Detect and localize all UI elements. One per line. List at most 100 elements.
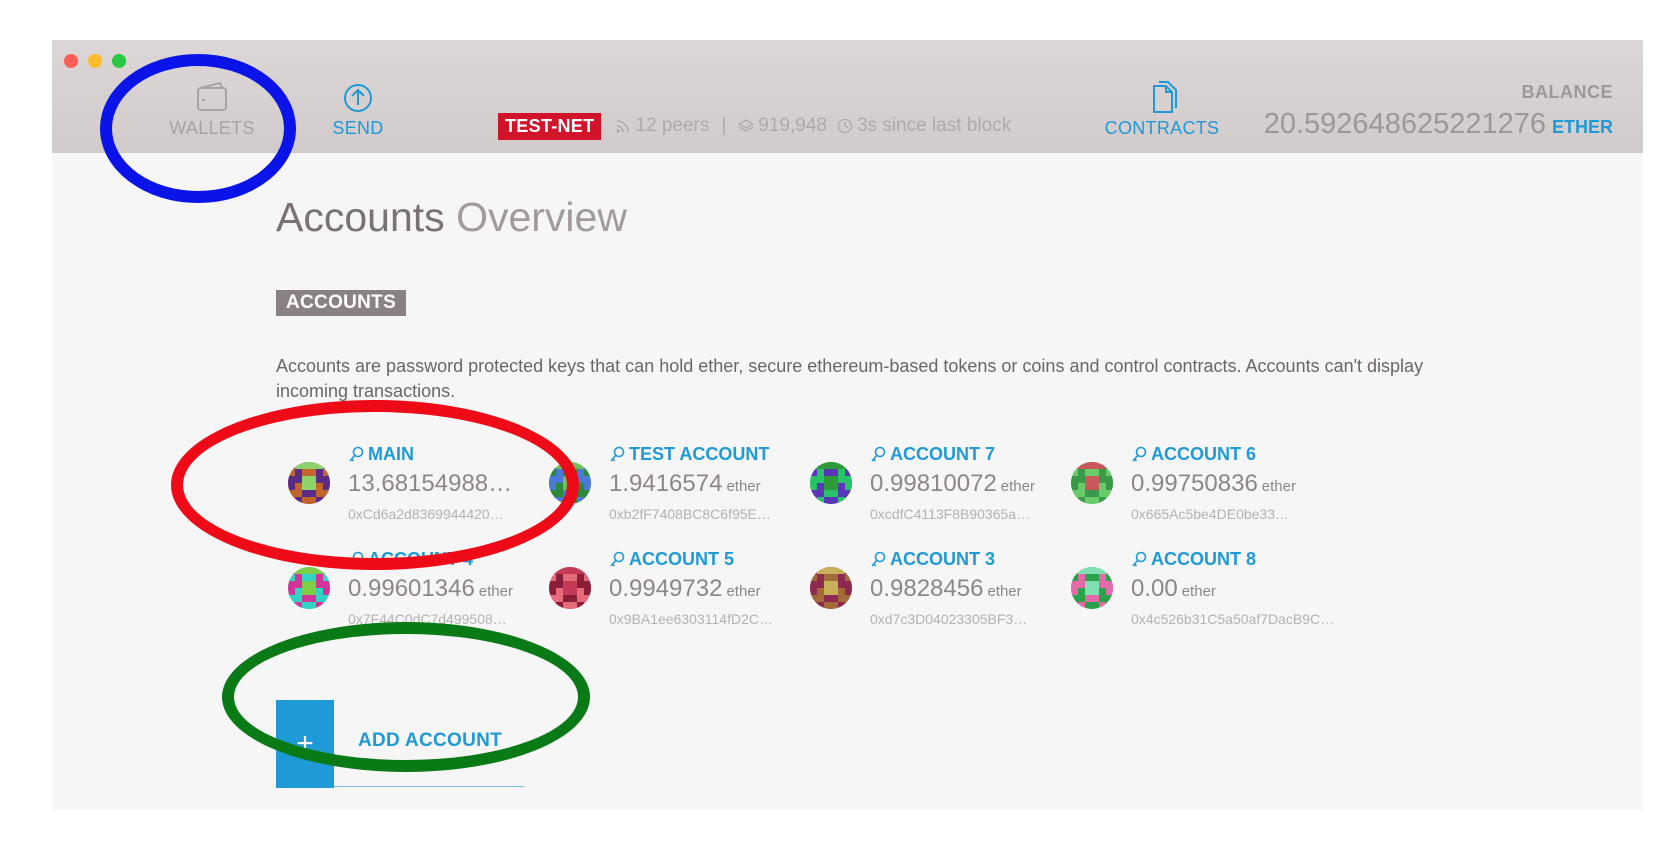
account-identicon <box>810 462 852 504</box>
balance-unit: ETHER <box>1551 117 1613 137</box>
account-balance-value: 0.00 <box>1131 575 1178 602</box>
key-icon <box>1132 446 1147 462</box>
account-identicon <box>1071 567 1113 609</box>
wallet-window: WALLETS SEND TEST-NET 12 peers | 919,948… <box>52 40 1643 810</box>
clock-icon <box>837 118 853 134</box>
total-balance: 20.592648625221276 ETHER <box>1264 108 1613 141</box>
layers-icon <box>738 119 755 132</box>
account-name-label: ACCOUNT 5 <box>629 549 735 569</box>
account-balance-value: 0.9828456 <box>870 575 984 602</box>
account-balance: 0.99810072 ether <box>870 470 1035 498</box>
nav-send-label: SEND <box>332 118 384 138</box>
network-status: TEST-NET 12 peers | 919,948 3s since las… <box>498 112 1021 140</box>
plus-icon: + <box>276 700 334 788</box>
minimize-window-button[interactable] <box>88 54 102 68</box>
account-identicon <box>1071 462 1113 504</box>
account-address: 0x665Ac5be4DE0be33… <box>1131 506 1290 522</box>
account-address: 0xd7c3D04023305BF3… <box>870 611 1028 627</box>
account-card[interactable]: ACCOUNT 7 0.99810072 ether 0xcdfC4113F8B903… <box>810 444 1080 544</box>
nav-contracts[interactable]: CONTRACTS <box>1092 80 1232 139</box>
account-name-label: ACCOUNT 3 <box>890 549 996 569</box>
account-address: 0x9BA1ee6303114fD2C… <box>609 611 773 627</box>
account-card[interactable]: ACCOUNT 3 0.9828456 ether 0xd7c3D04023305BF… <box>810 549 1080 649</box>
accounts-description: Accounts are password protected keys tha… <box>276 356 1424 401</box>
signal-icon <box>616 120 630 133</box>
account-balance-value: 0.99750836 <box>1131 470 1258 497</box>
account-name-label: ACCOUNT 8 <box>1151 549 1257 569</box>
page-title: Accounts Overview <box>276 194 627 241</box>
key-icon <box>610 446 625 462</box>
account-name[interactable]: MAIN <box>348 444 414 465</box>
account-balance: 13.68154988… <box>348 470 516 498</box>
account-balance-unit: ether <box>478 583 513 600</box>
balance-label: BALANCE <box>1521 82 1613 102</box>
account-balance-unit: ether <box>1261 478 1296 495</box>
account-balance-value: 0.9949732 <box>609 575 723 602</box>
account-balance-unit: ether <box>1181 583 1216 600</box>
accounts-section-tag: ACCOUNTS <box>276 290 407 316</box>
account-address: 0x7F44C0dC7d499508… <box>348 611 507 627</box>
account-address: 0xb2fF7408BC8C6f95E… <box>609 506 771 522</box>
account-balance: 0.99601346 ether <box>348 575 513 603</box>
account-name-label: ACCOUNT 6 <box>1151 444 1257 464</box>
account-balance-value: 0.99810072 <box>870 470 997 497</box>
account-name[interactable]: ACCOUNT 6 <box>1131 444 1256 465</box>
nav-wallets[interactable]: WALLETS <box>152 80 272 139</box>
account-balance-value: 0.99601346 <box>348 575 475 602</box>
account-card[interactable]: ACCOUNT 4 0.99601346 ether 0x7F44C0dC7d4995… <box>288 549 558 649</box>
page-title-main: Accounts <box>276 194 445 240</box>
account-identicon <box>549 462 591 504</box>
account-address: 0x4c526b31C5a50af7DacB9C… <box>1131 611 1335 627</box>
wallet-icon <box>192 80 232 116</box>
account-balance-value: 13.68154988… <box>348 470 513 497</box>
page-title-sub: Overview <box>456 194 627 240</box>
account-balance: 0.9949732 ether <box>609 575 761 603</box>
account-name[interactable]: ACCOUNT 3 <box>870 549 995 570</box>
block-stat: 919,948 <box>738 115 827 137</box>
account-balance: 1.9416574 ether <box>609 470 761 498</box>
add-account-label: ADD ACCOUNT <box>358 730 503 751</box>
account-name-label: ACCOUNT 7 <box>890 444 996 464</box>
account-identicon <box>549 567 591 609</box>
account-card[interactable]: ACCOUNT 5 0.9949732 ether 0x9BA1ee6303114fD… <box>549 549 819 649</box>
account-balance: 0.00 ether <box>1131 575 1216 603</box>
account-card[interactable]: MAIN 13.68154988… 0xCd6a2d8369944420… <box>288 444 558 544</box>
key-icon <box>610 551 625 567</box>
account-name[interactable]: ACCOUNT 4 <box>348 549 473 570</box>
peers-count: 12 peers <box>635 115 710 136</box>
document-icon <box>1142 80 1182 116</box>
account-identicon <box>810 567 852 609</box>
status-divider: | <box>721 115 727 136</box>
account-balance-unit: ether <box>987 583 1022 600</box>
nav-wallets-label: WALLETS <box>169 118 255 138</box>
account-address: 0xcdfC4113F8B90365a… <box>870 506 1031 522</box>
account-name-label: MAIN <box>368 444 414 464</box>
key-icon <box>349 551 364 567</box>
last-block-stat: 3s since last block <box>837 115 1011 137</box>
nav-send[interactable]: SEND <box>308 80 408 139</box>
account-card[interactable]: ACCOUNT 8 0.00 ether 0x4c526b31C5a50af7DacB… <box>1071 549 1341 649</box>
account-card[interactable]: TEST ACCOUNT 1.9416574 ether 0xb2fF7408BC8C… <box>549 444 819 544</box>
key-icon <box>871 551 886 567</box>
balance-amount: 20.592648625221276 <box>1263 108 1546 140</box>
account-card[interactable]: ACCOUNT 6 0.99750836 ether 0x665Ac5be4DE0be… <box>1071 444 1341 544</box>
add-account-button[interactable]: + ADD ACCOUNT <box>276 700 532 788</box>
account-balance-unit: ether <box>726 583 761 600</box>
zoom-window-button[interactable] <box>112 54 126 68</box>
account-name-label: ACCOUNT 4 <box>368 549 474 569</box>
add-account-underline <box>334 786 524 787</box>
top-bar: WALLETS SEND TEST-NET 12 peers | 919,948… <box>52 40 1643 153</box>
account-name[interactable]: TEST ACCOUNT <box>609 444 769 465</box>
network-badge: TEST-NET <box>498 112 602 140</box>
last-block-time: 3s since last block <box>856 115 1012 136</box>
account-balance: 0.9828456 ether <box>870 575 1022 603</box>
account-name-label: TEST ACCOUNT <box>629 444 770 464</box>
nav-contracts-label: CONTRACTS <box>1104 118 1220 138</box>
close-window-button[interactable] <box>64 54 78 68</box>
account-name[interactable]: ACCOUNT 5 <box>609 549 734 570</box>
block-number: 919,948 <box>758 115 827 136</box>
key-icon <box>1132 551 1147 567</box>
account-name[interactable]: ACCOUNT 8 <box>1131 549 1256 570</box>
key-icon <box>871 446 886 462</box>
account-name[interactable]: ACCOUNT 7 <box>870 444 995 465</box>
